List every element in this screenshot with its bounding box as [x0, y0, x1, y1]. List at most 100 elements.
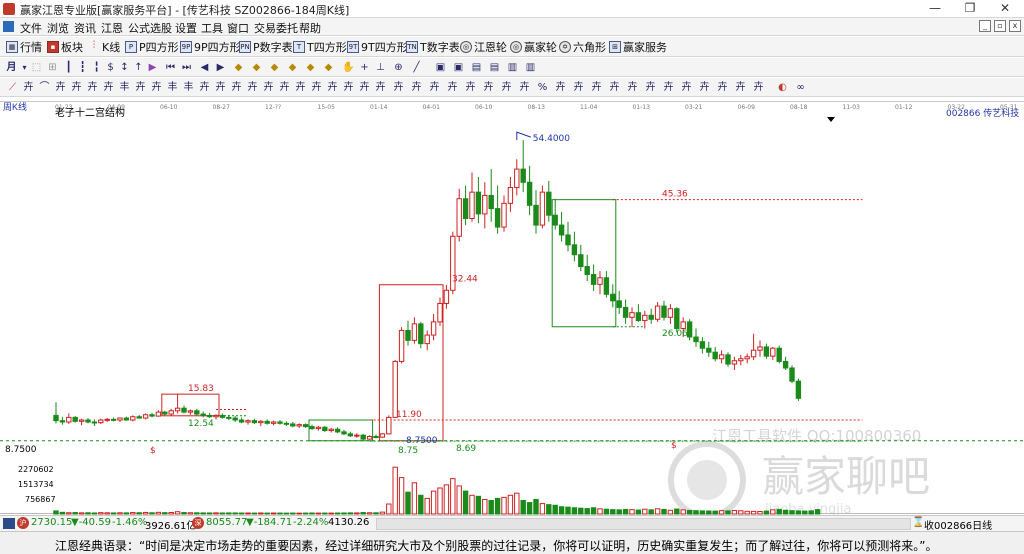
- gann-tool-2-icon[interactable]: ◆: [250, 61, 263, 74]
- indicator-29-icon[interactable]: 卉: [464, 81, 477, 94]
- next-icon[interactable]: ▶: [214, 61, 227, 74]
- indicator-44-icon[interactable]: 卉: [752, 81, 765, 94]
- indicator-17-icon[interactable]: 卉: [262, 81, 275, 94]
- indicator-42-icon[interactable]: 卉: [716, 81, 729, 94]
- chart-window-6-icon[interactable]: ▥: [524, 61, 537, 74]
- draw-line-icon[interactable]: ╱: [410, 61, 423, 74]
- first-page-icon[interactable]: ⏮: [164, 61, 177, 74]
- tag-icon[interactable]: ⊕: [392, 61, 405, 74]
- menu-window[interactable]: 窗口: [227, 20, 249, 36]
- toolbar-gann-wheel-button[interactable]: ◎ 江恩轮: [460, 40, 507, 54]
- mdi-close-button[interactable]: x: [1009, 20, 1021, 32]
- kline-chart[interactable]: 01-23 04-09 06-10 08-27 12-?? 15-05 01-14 04-01…: [0, 97, 1024, 519]
- gann-tool-1-icon[interactable]: ◆: [232, 61, 245, 74]
- menu-gann[interactable]: 江恩: [101, 20, 123, 36]
- crosshair-icon[interactable]: +: [358, 61, 371, 74]
- indicator-41-icon[interactable]: 卉: [698, 81, 711, 94]
- flag-icon[interactable]: ▶: [146, 61, 159, 74]
- indicator-5-icon[interactable]: 卉: [70, 81, 83, 94]
- toolbar-p-number-button[interactable]: PN P数字表: [239, 40, 293, 54]
- toolbar-9p-square-button[interactable]: 9P 9P四方形: [180, 40, 241, 54]
- chart-panel[interactable]: 01-23 04-09 06-10 08-27 12-?? 15-05 01-14 04-01…: [0, 97, 1024, 519]
- maximize-button[interactable]: ❐: [955, 0, 985, 18]
- indicator-22-icon[interactable]: 卉: [342, 81, 355, 94]
- arrow-up-icon[interactable]: ↑: [132, 61, 145, 74]
- menu-settings[interactable]: 设置: [175, 20, 197, 36]
- indicator-2-icon[interactable]: 卉: [22, 81, 35, 94]
- chart-window-5-icon[interactable]: ▥: [506, 61, 519, 74]
- infinity-icon[interactable]: ∞: [794, 81, 807, 94]
- toolbar-service-button[interactable]: ⊞ 赢家服务: [609, 40, 667, 54]
- chart-window-1-icon[interactable]: ▣: [434, 61, 447, 74]
- menu-help[interactable]: 帮助: [299, 20, 321, 36]
- indicator-35-icon[interactable]: 卉: [590, 81, 603, 94]
- indicator-19-icon[interactable]: 卉: [294, 81, 307, 94]
- toolbar-sectors-button[interactable]: ▪ 板块: [47, 40, 83, 54]
- indicator-27-icon[interactable]: 卉: [428, 81, 441, 94]
- indicator-31-icon[interactable]: 卉: [500, 81, 513, 94]
- gann-tool-4-icon[interactable]: ◆: [286, 61, 299, 74]
- toolbar-winner-wheel-button[interactable]: ◎ 赢家轮: [510, 40, 557, 54]
- last-page-icon[interactable]: ⏭: [180, 61, 193, 74]
- indicator-32-icon[interactable]: 卉: [518, 81, 531, 94]
- menu-file[interactable]: 文件: [20, 20, 42, 36]
- indicator-1-icon[interactable]: ⟋: [6, 81, 19, 94]
- toolbar-9t-square-button[interactable]: 9T 9T四方形: [347, 40, 408, 54]
- menu-news[interactable]: 资讯: [74, 20, 96, 36]
- dropdown-triangle-icon[interactable]: [827, 117, 835, 122]
- grid-tool-icon[interactable]: ⊞: [46, 61, 59, 74]
- percent-icon[interactable]: %: [536, 81, 549, 94]
- indicator-4-icon[interactable]: 卉: [54, 81, 67, 94]
- indicator-6-icon[interactable]: 卉: [86, 81, 99, 94]
- indicator-3-icon[interactable]: ⌒: [38, 81, 51, 94]
- indicator-28-icon[interactable]: 卉: [446, 81, 459, 94]
- indicator-25-icon[interactable]: 卉: [392, 81, 405, 94]
- toolbar-kline-button[interactable]: ⫶ K线: [88, 40, 120, 55]
- indicator-36-icon[interactable]: 卉: [608, 81, 621, 94]
- indicator-14-icon[interactable]: 卉: [214, 81, 227, 94]
- indicator-11-icon[interactable]: 丰: [166, 81, 179, 94]
- ticker-scroll-area[interactable]: [376, 518, 911, 530]
- indicator-21-icon[interactable]: 卉: [326, 81, 339, 94]
- chart-window-4-icon[interactable]: ▤: [488, 61, 501, 74]
- index-grid-icon[interactable]: [3, 518, 15, 529]
- menu-trade[interactable]: 交易委托: [254, 20, 298, 36]
- ruler-icon[interactable]: ⊥: [374, 61, 387, 74]
- toolbar-quotes-button[interactable]: ▦ 行情: [6, 40, 42, 54]
- indicator-10-icon[interactable]: 卉: [150, 81, 163, 94]
- period-select-icon[interactable]: 月: [5, 61, 18, 74]
- indicator-24-icon[interactable]: 卉: [374, 81, 387, 94]
- indicator-23-icon[interactable]: 卉: [358, 81, 371, 94]
- indicator-8-icon[interactable]: 丰: [118, 81, 131, 94]
- dashed-box-icon[interactable]: ⬚: [30, 61, 43, 74]
- menu-tools[interactable]: 工具: [201, 20, 223, 36]
- color-wheel-icon[interactable]: ◐: [776, 81, 789, 94]
- indicator-15-icon[interactable]: 卉: [230, 81, 243, 94]
- chart-window-3-icon[interactable]: ▤: [470, 61, 483, 74]
- indicator-18-icon[interactable]: 卉: [278, 81, 291, 94]
- indicator-40-icon[interactable]: 卉: [680, 81, 693, 94]
- indicator-26-icon[interactable]: 卉: [410, 81, 423, 94]
- dollar-icon[interactable]: $: [104, 61, 117, 74]
- menu-browse[interactable]: 浏览: [47, 20, 69, 36]
- indicator-7-icon[interactable]: 卉: [102, 81, 115, 94]
- toolbar-p-square-button[interactable]: P P四方形: [125, 40, 179, 54]
- close-button[interactable]: ✕: [990, 0, 1020, 18]
- toolbar-t-number-button[interactable]: TN T数字表: [406, 40, 460, 54]
- indicator-38-icon[interactable]: 卉: [644, 81, 657, 94]
- indicator-13-icon[interactable]: 卉: [198, 81, 211, 94]
- indicator-33-icon[interactable]: 卉: [554, 81, 567, 94]
- mdi-minimize-button[interactable]: _: [979, 20, 991, 32]
- hand-icon[interactable]: ✋: [342, 61, 355, 74]
- mdi-restore-button[interactable]: ▫: [994, 20, 1006, 32]
- gann-tool-6-icon[interactable]: ◆: [322, 61, 335, 74]
- candle-type-2-icon[interactable]: ┇: [76, 61, 89, 74]
- indicator-16-icon[interactable]: 卉: [246, 81, 259, 94]
- indicator-9-icon[interactable]: 卉: [134, 81, 147, 94]
- indicator-39-icon[interactable]: 卉: [662, 81, 675, 94]
- menu-formula-picker[interactable]: 公式选股: [128, 20, 172, 36]
- indicator-43-icon[interactable]: 卉: [734, 81, 747, 94]
- indicator-34-icon[interactable]: 卉: [572, 81, 585, 94]
- candle-type-3-icon[interactable]: ╏: [90, 61, 103, 74]
- indicator-20-icon[interactable]: 卉: [310, 81, 323, 94]
